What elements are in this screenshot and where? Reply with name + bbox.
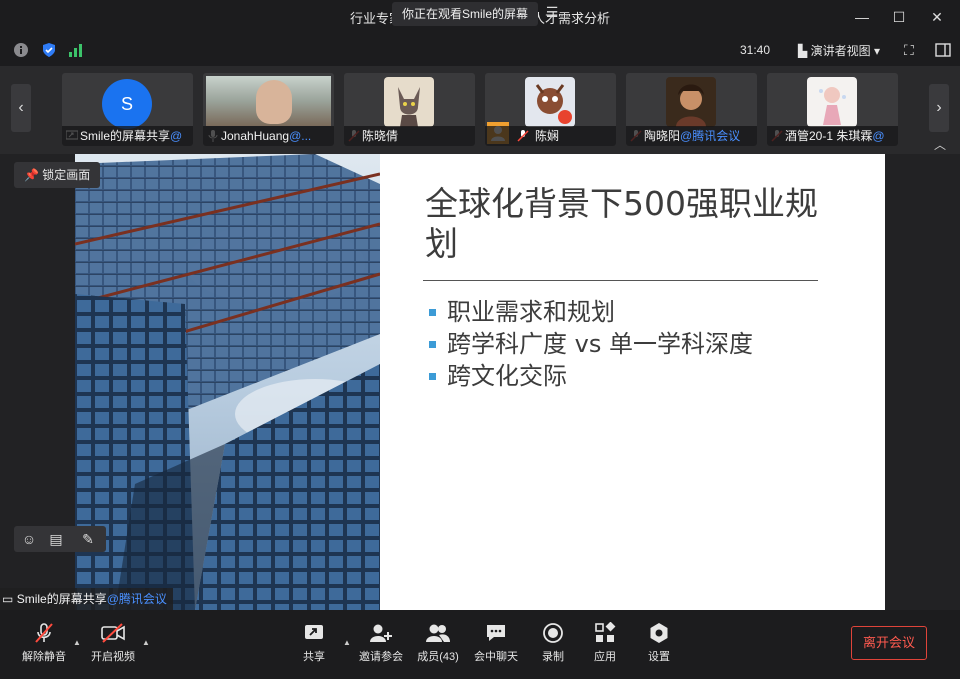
slide-bullet-list: 职业需求和规划 跨学科广度 vs 单一学科深度 跨文化交际 [427,296,753,392]
shared-screen-stage: 📌 锁定画面 全球化背景下500强职业规划 职业需求和规划 跨学科广度 vs 单… [0,154,960,610]
close-button[interactable]: ✕ [923,6,951,28]
avatar [807,77,857,127]
microphone-muted-icon [517,130,529,142]
skyscraper-photo [75,154,380,610]
banner-menu-icon[interactable]: ☰ [540,4,564,24]
share-screen-icon [305,625,323,639]
members-icon [426,624,450,642]
speaker-view-button[interactable]: ▙ 演讲者视图 ▾ [798,42,880,59]
layout-icon: ▙ [798,44,808,58]
emoji-icon[interactable]: ☺ [21,531,37,547]
leave-meeting-button[interactable]: 离开会议 [851,626,927,660]
collapse-strip-icon[interactable]: ︿ [932,136,948,152]
start-video-button[interactable]: 开启视频 [81,622,145,672]
avatar: S [102,79,152,129]
camera-off-icon [101,623,125,643]
strip-prev-button[interactable]: ‹ [11,84,31,132]
reaction-bar: ☺ ▤ ✎ [14,526,106,552]
meeting-timer: 31:40 [740,43,771,57]
signal-strength-icon[interactable] [68,42,84,58]
chat-icon [487,625,505,641]
pin-icon: 📌 [24,168,39,182]
watching-screen-banner[interactable]: 你正在观看Smile的屏幕 [392,2,539,26]
chevron-down-icon: ▾ [873,44,880,58]
add-user-icon [370,624,392,642]
participant-name: 酒管20-1 朱琪霖@ [767,126,898,146]
participant-name: JonahHuang@... [203,126,334,146]
slide-divider [423,280,818,281]
sidebar-toggle-icon[interactable] [935,42,951,58]
slide-bullet: 跨学科广度 vs 单一学科深度 [427,328,753,360]
title-bar: 行业专家讲座：走进跨国企业的人才需求分析 你正在观看Smile的屏幕 ☰ — ☐… [0,0,960,34]
view-mode-label: 演讲者视图 [810,44,871,58]
video-options-caret[interactable]: ▲ [142,638,152,648]
slide-bullet: 职业需求和规划 [427,296,753,328]
participant-video [206,76,331,126]
invite-button[interactable]: 邀请参会 [349,622,413,672]
meeting-info-bar: 31:40 ▙ 演讲者视图 ▾ ⛶ [0,34,960,66]
participant-tile[interactable]: 陶晓阳@腾讯会议 [626,73,757,146]
participant-tile[interactable]: JonahHuang@... [203,73,334,146]
security-shield-icon[interactable] [41,42,57,58]
strip-next-button[interactable]: › [929,84,949,132]
participant-tile[interactable]: S Smile的屏幕共享@ [62,73,193,146]
cat-avatar-icon [398,87,420,127]
slide-title: 全球化背景下500强职业规划 [425,184,818,263]
participant-tile[interactable]: 酒管20-1 朱琪霖@ [767,73,898,146]
members-button[interactable]: 成员(43) [406,622,470,672]
comment-icon[interactable]: ▤ [48,531,64,547]
participant-tile[interactable]: 陈娴 [485,73,616,146]
fullscreen-icon[interactable]: ⛶ [904,42,920,58]
avatar [666,77,716,127]
cartoon-avatar-icon [535,84,572,124]
gear-icon [650,623,668,643]
chat-button[interactable]: 会中聊天 [464,622,528,672]
maximize-button[interactable]: ☐ [885,6,913,28]
participant-name: Smile的屏幕共享@ [62,126,193,146]
record-icon [543,623,563,643]
microphone-muted-icon [35,623,53,643]
participant-name: 陶晓阳@腾讯会议 [626,126,757,146]
info-icon[interactable] [13,42,29,58]
avatar [384,77,434,127]
lock-view-button[interactable]: 📌 锁定画面 [14,162,101,188]
screen-share-label: ▭ Smile的屏幕共享@腾讯会议 [0,588,173,610]
participant-name: 陈晓倩 [344,126,475,146]
avatar [525,77,575,127]
pen-icon[interactable]: ✎ [80,531,96,547]
lock-view-label: 锁定画面 [42,168,91,182]
participant-strip: ‹ S Smile的屏幕共享@ JonahHuang@... 陈晓倩 陈娴 陶晓… [0,66,960,154]
apps-icon [595,622,616,642]
meeting-controls: 解除静音 ▲ 开启视频 ▲ 共享 ▲ 邀请参会 成员(43) 会中聊天 录制 应… [0,610,960,679]
minimize-button[interactable]: — [848,6,876,28]
person-face [256,80,292,124]
share-button[interactable]: 共享 [282,622,346,672]
screen-share-icon: ▭ [2,592,14,606]
participant-name: 陈娴 [485,126,616,146]
unmute-button[interactable]: 解除静音 [12,622,76,672]
presentation-slide: 全球化背景下500强职业规划 职业需求和规划 跨学科广度 vs 单一学科深度 跨… [75,154,885,610]
person-avatar-icon [676,84,706,127]
settings-button[interactable]: 设置 [627,622,691,672]
participant-tile[interactable]: 陈晓倩 [344,73,475,146]
illustration-avatar-icon [819,87,846,125]
slide-bullet: 跨文化交际 [427,360,753,392]
